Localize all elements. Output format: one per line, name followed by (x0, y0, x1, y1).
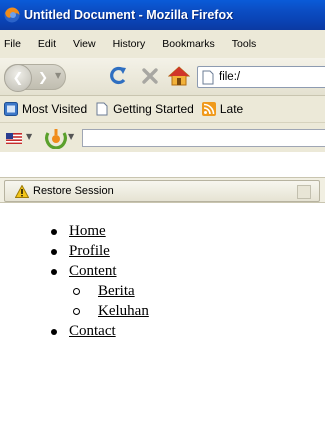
forward-button[interactable]: ❯ (38, 70, 48, 84)
menu-view[interactable]: View (73, 38, 96, 50)
rss-feed-icon (201, 102, 216, 116)
list-item: Contact (50, 321, 149, 341)
url-text: file:/ (219, 71, 241, 83)
firefox-icon (4, 7, 20, 23)
menu-edit[interactable]: Edit (38, 38, 56, 50)
nav-link-home[interactable]: Home (69, 223, 106, 239)
back-forward-group: ❮ ❯ ▼ (4, 64, 66, 92)
bookmark-label: Most Visited (22, 102, 88, 116)
nav-list: Home Profile Content Berita Keluhan Cont… (50, 221, 149, 341)
title-bar: Untitled Document - Mozilla Firefox (0, 0, 325, 30)
menu-history[interactable]: History (113, 38, 146, 50)
page-icon (96, 102, 108, 116)
warning-icon (15, 184, 29, 198)
restore-session-label: Restore Session (33, 185, 114, 197)
page-icon (202, 70, 214, 84)
menu-bar: File Edit View History Bookmarks Tools (0, 30, 325, 58)
reload-icon[interactable] (108, 65, 128, 87)
bookmark-getting-started[interactable]: Getting Started (95, 102, 194, 116)
nav-link-profile[interactable]: Profile (69, 243, 110, 259)
restore-session-icon[interactable] (297, 185, 311, 199)
nav-link-keluhan[interactable]: Keluhan (98, 303, 149, 319)
list-item: Berita (68, 281, 149, 301)
bookmarks-toolbar: Most Visited Getting Started Late (0, 96, 325, 122)
menu-tools[interactable]: Tools (232, 38, 257, 50)
extension-icon[interactable] (44, 127, 68, 149)
bookmark-latest-headlines[interactable]: Late (201, 102, 244, 116)
bookmark-most-visited[interactable]: Most Visited (4, 102, 87, 116)
back-arrow-icon: ❮ (12, 70, 24, 86)
nav-link-content[interactable]: Content (69, 263, 117, 279)
nav-link-contact[interactable]: Contact (69, 323, 116, 339)
stop-icon[interactable] (140, 66, 160, 86)
back-button[interactable]: ❮ (4, 64, 32, 92)
chevron-down-icon[interactable]: ▼ (26, 132, 32, 141)
list-item: Content (50, 261, 149, 281)
most-visited-icon (4, 102, 18, 116)
bookmark-label: Getting Started (113, 102, 194, 116)
list-item: Keluhan (68, 301, 149, 321)
menu-bookmarks[interactable]: Bookmarks (162, 38, 215, 50)
extensions-toolbar: ▼ ▼ (0, 122, 325, 152)
address-bar[interactable]: file:/ (197, 66, 325, 88)
notification-bar: Restore Session (0, 177, 325, 203)
home-icon[interactable] (168, 65, 190, 87)
list-item: Home (50, 221, 149, 241)
chevron-down-icon[interactable]: ▼ (68, 132, 74, 141)
window-title: Untitled Document - Mozilla Firefox (24, 8, 234, 22)
navigation-toolbar: ❮ ❯ ▼ file:/ (0, 58, 325, 96)
history-dropdown-icon[interactable]: ▼ (55, 71, 61, 80)
list-item: Profile (50, 241, 149, 261)
menu-file[interactable]: File (4, 38, 21, 50)
page-content: Home Profile Content Berita Keluhan Cont… (0, 204, 325, 440)
sub-list-container: Berita Keluhan (50, 281, 149, 321)
search-input[interactable] (82, 129, 325, 147)
nav-link-berita[interactable]: Berita (98, 283, 135, 299)
bookmark-label: Late (219, 102, 244, 116)
restore-session-button[interactable]: Restore Session (4, 180, 320, 202)
sub-nav-list: Berita Keluhan (50, 281, 149, 321)
us-flag-icon[interactable] (6, 133, 22, 144)
